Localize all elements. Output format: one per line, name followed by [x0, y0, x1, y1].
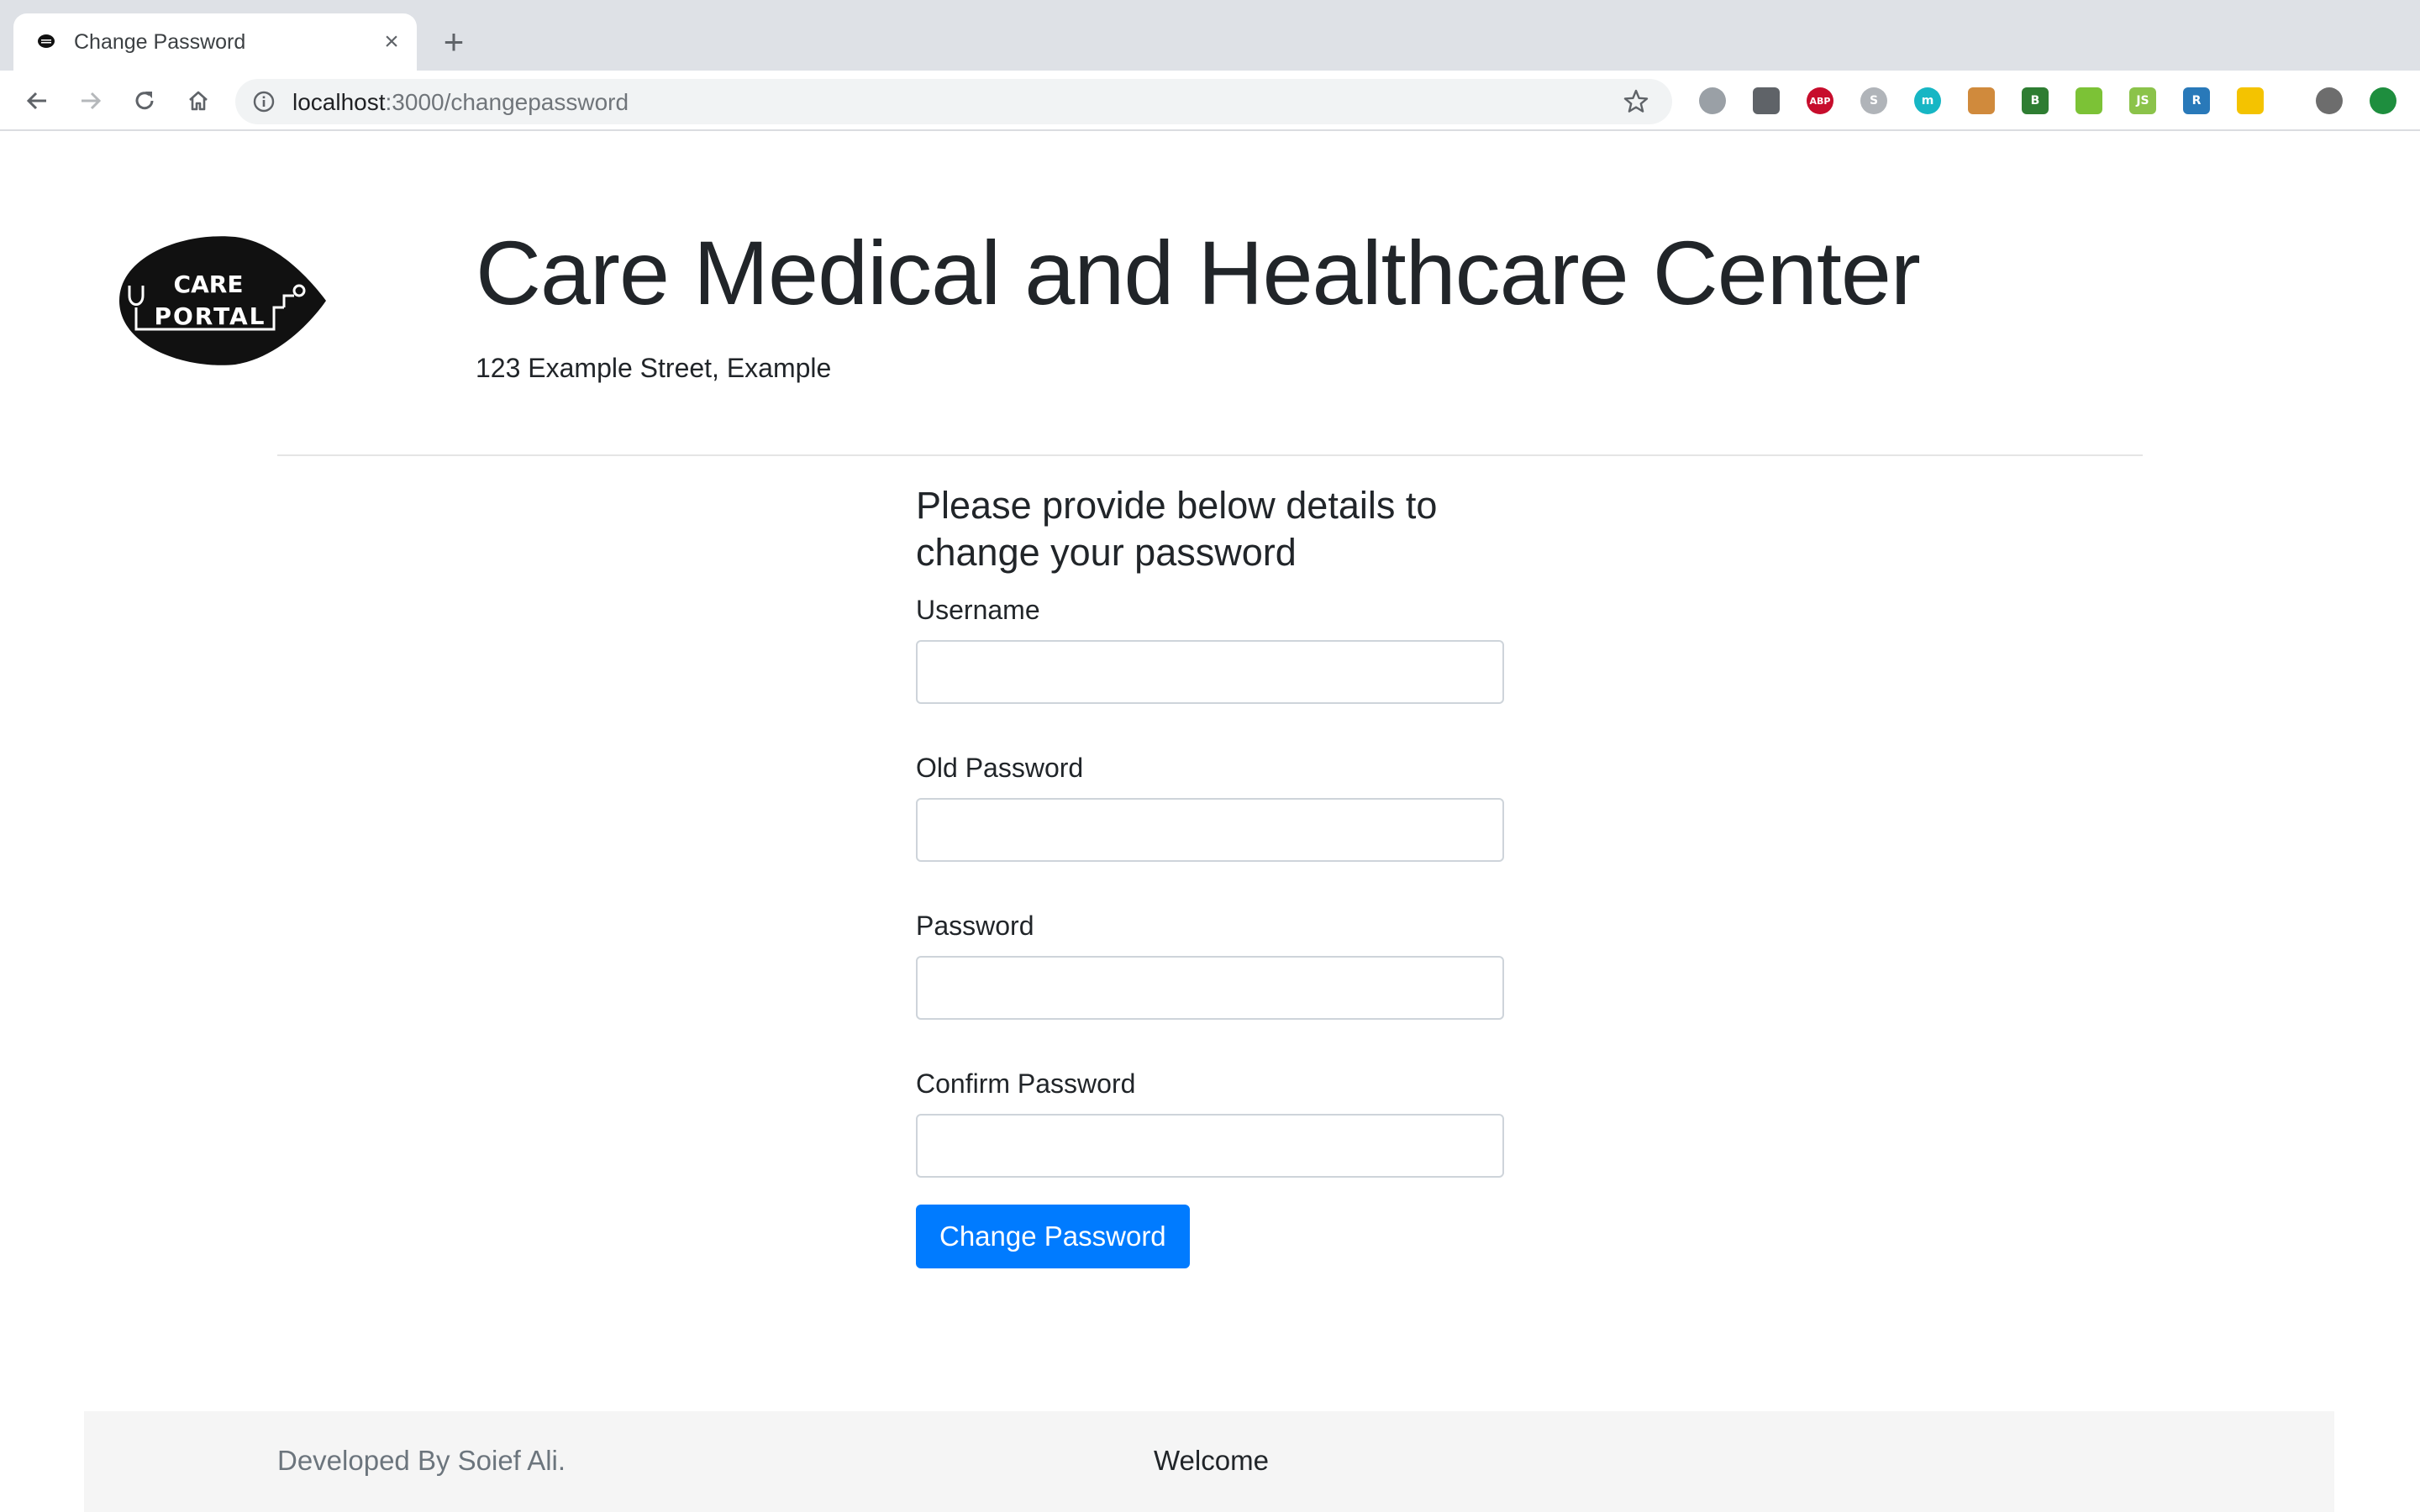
browser-toolbar: localhost:3000/changepassword ABP Sm B JS R — [0, 71, 2420, 131]
home-icon[interactable] — [180, 82, 217, 119]
tab-close-icon[interactable]: × — [378, 29, 405, 55]
confirm-password-group: Confirm Password — [916, 1067, 1504, 1178]
change-password-form: Please provide below details to change y… — [916, 482, 1504, 1268]
browser-tabstrip: Change Password × + — [0, 0, 2420, 71]
browser-tab[interactable]: Change Password × — [13, 13, 417, 71]
tab-title: Change Password — [74, 30, 246, 54]
username-input[interactable] — [916, 640, 1504, 704]
confirm-password-input[interactable] — [916, 1114, 1504, 1178]
old-password-input[interactable] — [916, 798, 1504, 862]
password-label: Password — [916, 911, 1034, 941]
url-path: :3000/changepassword — [385, 89, 629, 115]
skype-ext-icon[interactable]: S — [1860, 87, 1887, 114]
adblock-ext-icon[interactable]: ABP — [1807, 87, 1833, 114]
footer-welcome: Welcome — [1154, 1445, 1269, 1476]
hex-ext-icon[interactable] — [2075, 87, 2102, 114]
avatar-icon[interactable] — [2316, 87, 2343, 114]
circle-ext-icon[interactable] — [1699, 87, 1726, 114]
back-icon[interactable] — [18, 82, 55, 119]
logo-line1: CARE — [174, 270, 244, 298]
username-group: Username — [916, 593, 1504, 704]
form-heading: Please provide below details to change y… — [916, 484, 1438, 574]
care-portal-logo: CARE PORTAL — [119, 236, 326, 365]
change-password-button[interactable]: Change Password — [916, 1205, 1190, 1268]
password-group: Password — [916, 909, 1504, 1020]
username-label: Username — [916, 595, 1040, 625]
r-ext-icon[interactable]: R — [2183, 87, 2210, 114]
update-icon[interactable] — [2370, 87, 2396, 114]
url-text[interactable]: localhost:3000/changepassword — [292, 89, 629, 116]
new-tab-icon[interactable]: + — [437, 24, 471, 60]
cookie-ext-icon[interactable] — [1968, 87, 1995, 114]
m-ext-icon[interactable]: m — [1914, 87, 1941, 114]
address-bar[interactable]: localhost:3000/changepassword — [235, 79, 1672, 124]
logo-line2: PORTAL — [154, 302, 266, 330]
info-icon[interactable] — [252, 90, 276, 113]
site-title: Care Medical and Healthcare Center — [476, 222, 1921, 323]
bookmark-star-icon[interactable] — [1622, 87, 1650, 116]
forward-icon[interactable] — [72, 82, 109, 119]
mail-ext-icon[interactable] — [2237, 87, 2264, 114]
confirm-password-label: Confirm Password — [916, 1068, 1136, 1099]
footer-developer-credit: Developed By Soief Ali. — [277, 1445, 566, 1476]
reload-icon[interactable] — [126, 82, 163, 119]
old-password-label: Old Password — [916, 753, 1084, 783]
site-address: 123 Example Street, Example — [476, 353, 832, 383]
url-host: localhost — [292, 89, 386, 115]
password-input[interactable] — [916, 956, 1504, 1020]
header-divider — [277, 454, 2143, 456]
old-password-group: Old Password — [916, 751, 1504, 862]
bulb-ext-icon[interactable] — [1753, 87, 1780, 114]
footer: Developed By Soief Ali. Welcome — [84, 1411, 2334, 1512]
js-ext-icon[interactable]: JS — [2129, 87, 2156, 114]
b-ext-icon[interactable]: B — [2022, 87, 2049, 114]
care-portal-favicon-icon — [38, 34, 55, 48]
